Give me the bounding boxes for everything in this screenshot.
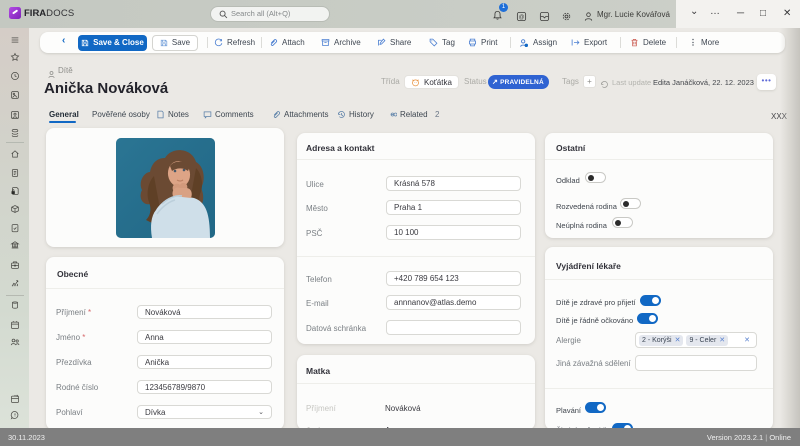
svg-text:@: @ xyxy=(519,14,525,20)
